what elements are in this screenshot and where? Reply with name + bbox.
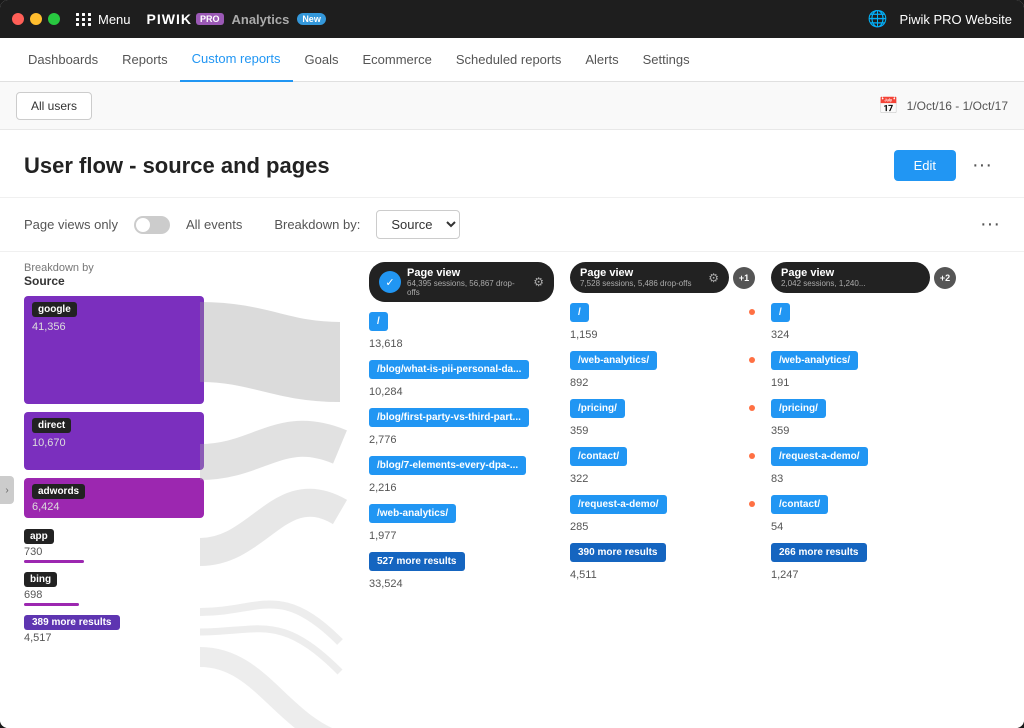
nav-custom-reports[interactable]: Custom reports — [180, 38, 293, 82]
source-count-direct: 10,670 — [32, 437, 196, 449]
pv2-header-text: Page view 7,528 sessions, 5,486 drop-off… — [580, 267, 702, 288]
pv1-item-2[interactable]: /blog/first-party-vs-third-part... 2,776 — [369, 408, 554, 446]
source-count-app: 730 — [24, 546, 224, 558]
pv-col-2: Page view 7,528 sessions, 5,486 drop-off… — [570, 262, 755, 720]
report-more-button[interactable]: ··· — [964, 150, 1000, 181]
nav-ecommerce[interactable]: Ecommerce — [350, 38, 443, 82]
app-logo: PIWIK PRO Analytics New — [147, 11, 326, 27]
pv1-item-1[interactable]: /blog/what-is-pii-personal-da... 10,284 — [369, 360, 554, 398]
source-label-google: google — [32, 302, 77, 317]
minimize-button[interactable] — [30, 13, 42, 25]
pv-col-1: ✓ Page view 64,395 sessions, 56,867 drop… — [369, 262, 554, 720]
pv3-item-0[interactable]: / 324 — [771, 303, 956, 341]
pv1-icon: ✓ — [379, 271, 401, 293]
breakdown-more-button[interactable]: ··· — [980, 213, 1000, 236]
calendar-icon: 📅 — [879, 96, 899, 116]
pv3-item-3[interactable]: /request-a-demo/ 83 — [771, 447, 956, 485]
nav-scheduled-reports[interactable]: Scheduled reports — [444, 38, 574, 82]
pv2-add-badge: +1 — [733, 267, 755, 289]
close-button[interactable] — [12, 13, 24, 25]
toolbar: All users 📅 1/Oct/16 - 1/Oct/17 — [0, 82, 1024, 130]
source-item-bing[interactable]: bing 698 — [24, 569, 224, 606]
source-count-adwords: 6,424 — [32, 501, 196, 513]
page-title: User flow - source and pages — [24, 153, 894, 179]
date-range[interactable]: 📅 1/Oct/16 - 1/Oct/17 — [879, 96, 1008, 116]
breakdown-label: Breakdown by: — [274, 217, 360, 232]
pv1-gear-icon[interactable]: ⚙ — [533, 275, 544, 289]
pv2-item-more[interactable]: 390 more results 4,511 — [570, 543, 755, 581]
breakdown-bar: Page views only All events Breakdown by:… — [0, 198, 1024, 252]
breakdown-select[interactable]: Source — [376, 210, 460, 239]
pv1-item-4[interactable]: /web-analytics/ 1,977 — [369, 504, 554, 542]
source-count-google: 41,356 — [32, 321, 196, 333]
source-column: Breakdown by Source google 41,356 direc — [24, 262, 224, 720]
source-col-header: Breakdown by Source — [24, 262, 224, 288]
source-count-bing: 698 — [24, 589, 224, 601]
pv1-item-more[interactable]: 527 more results 33,524 — [369, 552, 554, 590]
edit-button[interactable]: Edit — [894, 150, 956, 181]
title-bar: Menu PIWIK PRO Analytics New 🌐 Piwik PRO… — [0, 0, 1024, 38]
nav-bar: Dashboards Reports Custom reports Goals … — [0, 38, 1024, 82]
source-count-more: 4,517 — [24, 632, 224, 644]
source-item-adwords[interactable]: adwords 6,424 — [24, 478, 224, 518]
analytics-label: Analytics — [232, 12, 290, 27]
pv3-item-4[interactable]: /contact/ 54 — [771, 495, 956, 533]
pv2-item-2[interactable]: /pricing/ 359 — [570, 399, 755, 437]
source-item-direct[interactable]: direct 10,670 — [24, 412, 224, 470]
date-range-label: 1/Oct/16 - 1/Oct/17 — [907, 99, 1008, 113]
pv3-item-2[interactable]: /pricing/ 359 — [771, 399, 956, 437]
source-label-bing: bing — [24, 572, 57, 587]
pv1-header-text: Page view 64,395 sessions, 56,867 drop-o… — [407, 267, 527, 297]
pv-col-3: Page view 2,042 sessions, 1,240... +2 / … — [771, 262, 956, 720]
source-label-adwords: adwords — [32, 484, 85, 499]
pv3-add-badge: +2 — [934, 267, 956, 289]
app-window: Menu PIWIK PRO Analytics New 🌐 Piwik PRO… — [0, 0, 1024, 728]
drop-dot — [749, 501, 755, 507]
titlebar-right: 🌐 Piwik PRO Website — [868, 9, 1012, 29]
maximize-button[interactable] — [48, 13, 60, 25]
drop-dot — [749, 453, 755, 459]
drop-dot — [749, 357, 755, 363]
drop-dot — [749, 309, 755, 315]
segment-selector[interactable]: All users — [16, 92, 92, 120]
pv1-item-3[interactable]: /blog/7-elements-every-dpa-... 2,216 — [369, 456, 554, 494]
pv3-header-text: Page view 2,042 sessions, 1,240... — [781, 267, 920, 288]
pv2-gear-icon[interactable]: ⚙ — [708, 271, 719, 285]
pv3-item-more[interactable]: 266 more results 1,247 — [771, 543, 956, 581]
pv2-item-4[interactable]: /request-a-demo/ 285 — [570, 495, 755, 533]
pv1-item-0[interactable]: / 13,618 — [369, 312, 554, 350]
pv2-item-3[interactable]: /contact/ 322 — [570, 447, 755, 485]
globe-icon[interactable]: 🌐 — [868, 9, 888, 29]
nav-settings[interactable]: Settings — [631, 38, 702, 82]
source-label-app: app — [24, 529, 54, 544]
traffic-lights — [12, 13, 60, 25]
website-name: Piwik PRO Website — [900, 12, 1012, 27]
source-label-more: 389 more results — [24, 615, 120, 630]
toggle-track[interactable] — [134, 216, 170, 234]
source-label-direct: direct — [32, 418, 71, 433]
nav-goals[interactable]: Goals — [293, 38, 351, 82]
drop-dot — [749, 405, 755, 411]
menu-button[interactable]: Menu — [76, 12, 131, 27]
page-views-label: Page views only — [24, 217, 118, 232]
toggle-switch[interactable] — [134, 216, 170, 234]
menu-grid-icon — [76, 13, 92, 26]
all-events-label: All events — [186, 217, 242, 232]
pro-badge: PRO — [196, 13, 224, 25]
source-item-google[interactable]: google 41,356 — [24, 296, 224, 404]
nav-alerts[interactable]: Alerts — [573, 38, 630, 82]
source-item-app[interactable]: app 730 — [24, 526, 224, 563]
pv2-item-0[interactable]: / 1,159 — [570, 303, 755, 341]
pv2-item-1[interactable]: /web-analytics/ 892 — [570, 351, 755, 389]
menu-label: Menu — [98, 12, 131, 27]
pv3-item-1[interactable]: /web-analytics/ 191 — [771, 351, 956, 389]
toggle-knob — [136, 218, 150, 232]
nav-reports[interactable]: Reports — [110, 38, 180, 82]
chart-area: › Breakdown by Source google 41,356 — [0, 252, 1024, 728]
new-badge: New — [297, 13, 326, 25]
source-item-more[interactable]: 389 more results 4,517 — [24, 612, 224, 644]
report-header: User flow - source and pages Edit ··· — [0, 130, 1024, 198]
main-content: User flow - source and pages Edit ··· Pa… — [0, 130, 1024, 728]
nav-dashboards[interactable]: Dashboards — [16, 38, 110, 82]
